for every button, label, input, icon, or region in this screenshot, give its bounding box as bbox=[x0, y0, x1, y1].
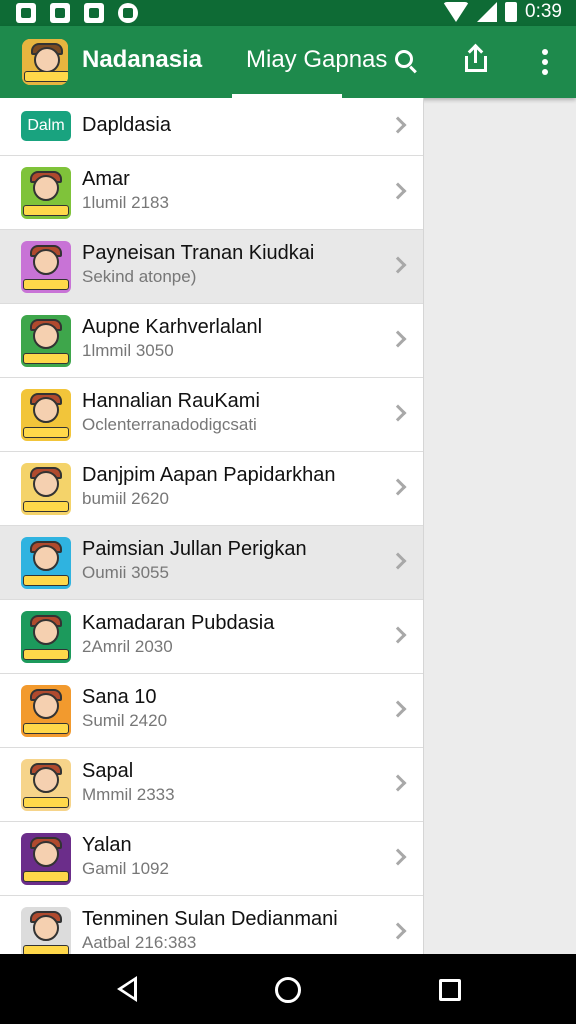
item-title: Hannalian RauKami bbox=[82, 390, 260, 412]
app-icon bbox=[21, 463, 71, 515]
list-item[interactable]: Tenminen Sulan Dedianmani Aatbal 216:383 bbox=[0, 896, 423, 954]
list-item[interactable]: Paimsian Jullan Perigkan Oumii 3055 bbox=[0, 526, 423, 600]
app-icon bbox=[21, 167, 71, 219]
share-icon[interactable] bbox=[463, 43, 489, 74]
app-bar: Nadanasia Miay Gapnas bbox=[0, 26, 576, 98]
item-subtitle: Gamil 1092 bbox=[82, 859, 169, 878]
photo-icon bbox=[16, 3, 36, 23]
tab-label: Miay Gapnas bbox=[246, 46, 388, 73]
item-list: Dalm Dapldasia Amar 1lumil 2183 Payneisan … bbox=[0, 98, 424, 954]
item-subtitle: Oclenterranadodigcsati bbox=[82, 415, 257, 434]
item-subtitle: 2Amril 2030 bbox=[82, 637, 173, 656]
video-icon bbox=[84, 3, 104, 23]
chevron-right-icon bbox=[389, 774, 407, 792]
app-icon bbox=[21, 611, 71, 663]
chevron-right-icon bbox=[389, 922, 407, 940]
item-title: Aupne Karhverlalanl bbox=[82, 316, 263, 338]
notification-icons bbox=[16, 3, 138, 23]
list-item[interactable]: Aupne Karhverlalanl 1lmmil 3050 bbox=[0, 304, 423, 378]
chevron-right-icon bbox=[389, 404, 407, 422]
chevron-right-icon bbox=[389, 848, 407, 866]
recents-icon[interactable] bbox=[439, 979, 461, 1001]
app-icon bbox=[21, 833, 71, 885]
list-header-row[interactable]: Dalm Dapldasia bbox=[0, 98, 423, 156]
chevron-right-icon bbox=[389, 626, 407, 644]
list-item[interactable]: Sapal Mmmil 2333 bbox=[0, 748, 423, 822]
app-icon bbox=[21, 315, 71, 367]
battery-icon bbox=[505, 2, 518, 22]
item-subtitle: Oumii 3055 bbox=[82, 563, 169, 582]
app-logo[interactable] bbox=[22, 39, 68, 85]
chevron-right-icon bbox=[389, 478, 407, 496]
app-icon bbox=[21, 759, 71, 811]
item-subtitle: Aatbal 216:383 bbox=[82, 933, 197, 952]
navigation-bar bbox=[0, 954, 576, 1024]
chevron-right-icon bbox=[389, 700, 407, 718]
app-icon bbox=[21, 389, 71, 441]
list-item[interactable]: Kamadaran Pubdasia 2Amril 2030 bbox=[0, 600, 423, 674]
signal-icon bbox=[477, 2, 498, 22]
more-vert-icon[interactable] bbox=[536, 49, 554, 75]
list-item[interactable]: Danjpim Aapan Papidarkhan bumiil 2620 bbox=[0, 452, 423, 526]
app-icon bbox=[21, 537, 71, 589]
logo-avatar-icon bbox=[22, 39, 68, 85]
header-title: Dapldasia bbox=[82, 114, 171, 136]
header-badge: Dalm bbox=[21, 111, 71, 141]
item-title: Sapal bbox=[82, 760, 134, 782]
item-subtitle: Sumil 2420 bbox=[82, 711, 168, 730]
cloud-icon bbox=[118, 3, 138, 23]
item-subtitle: bumiil 2620 bbox=[82, 489, 169, 508]
item-title: Payneisan Tranan Kiudkai bbox=[82, 242, 315, 264]
list-item[interactable]: Payneisan Tranan Kiudkai Sekind atonpe) bbox=[0, 230, 423, 304]
app-title: Nadanasia bbox=[82, 46, 203, 73]
list-item[interactable]: Hannalian RauKami Oclenterranadodigcsati bbox=[0, 378, 423, 452]
item-subtitle: 1lumil 2183 bbox=[82, 193, 169, 212]
list-item[interactable]: Amar 1lumil 2183 bbox=[0, 156, 423, 230]
item-title: Kamadaran Pubdasia bbox=[82, 612, 275, 634]
chevron-right-icon bbox=[389, 552, 407, 570]
list-item[interactable]: Sana 10 Sumil 2420 bbox=[0, 674, 423, 748]
item-title: Tenminen Sulan Dedianmani bbox=[82, 908, 338, 930]
item-subtitle: Sekind atonpe) bbox=[82, 267, 197, 286]
item-subtitle: 1lmmil 3050 bbox=[82, 341, 174, 360]
item-title: Danjpim Aapan Papidarkhan bbox=[82, 464, 336, 486]
item-title: Yalan bbox=[82, 834, 132, 856]
app-icon bbox=[21, 907, 71, 954]
list-item[interactable]: Yalan Gamil 1092 bbox=[0, 822, 423, 896]
back-icon[interactable] bbox=[117, 976, 137, 1002]
status-time: 0:39 bbox=[525, 1, 562, 22]
system-icons: 0:39 bbox=[443, 1, 562, 23]
item-title: Paimsian Jullan Perigkan bbox=[82, 538, 307, 560]
edit-icon bbox=[50, 3, 70, 23]
search-icon[interactable] bbox=[395, 50, 413, 68]
wifi-icon bbox=[443, 2, 470, 22]
status-bar: 0:39 bbox=[0, 0, 576, 26]
chevron-right-icon bbox=[389, 330, 407, 348]
chevron-right-icon bbox=[389, 256, 407, 274]
home-icon[interactable] bbox=[275, 977, 301, 1003]
item-subtitle: Mmmil 2333 bbox=[82, 785, 175, 804]
item-title: Sana 10 bbox=[82, 686, 157, 708]
chevron-right-icon bbox=[389, 116, 407, 134]
app-icon bbox=[21, 241, 71, 293]
app-icon bbox=[21, 685, 71, 737]
item-title: Amar bbox=[82, 168, 130, 190]
chevron-right-icon bbox=[389, 182, 407, 200]
